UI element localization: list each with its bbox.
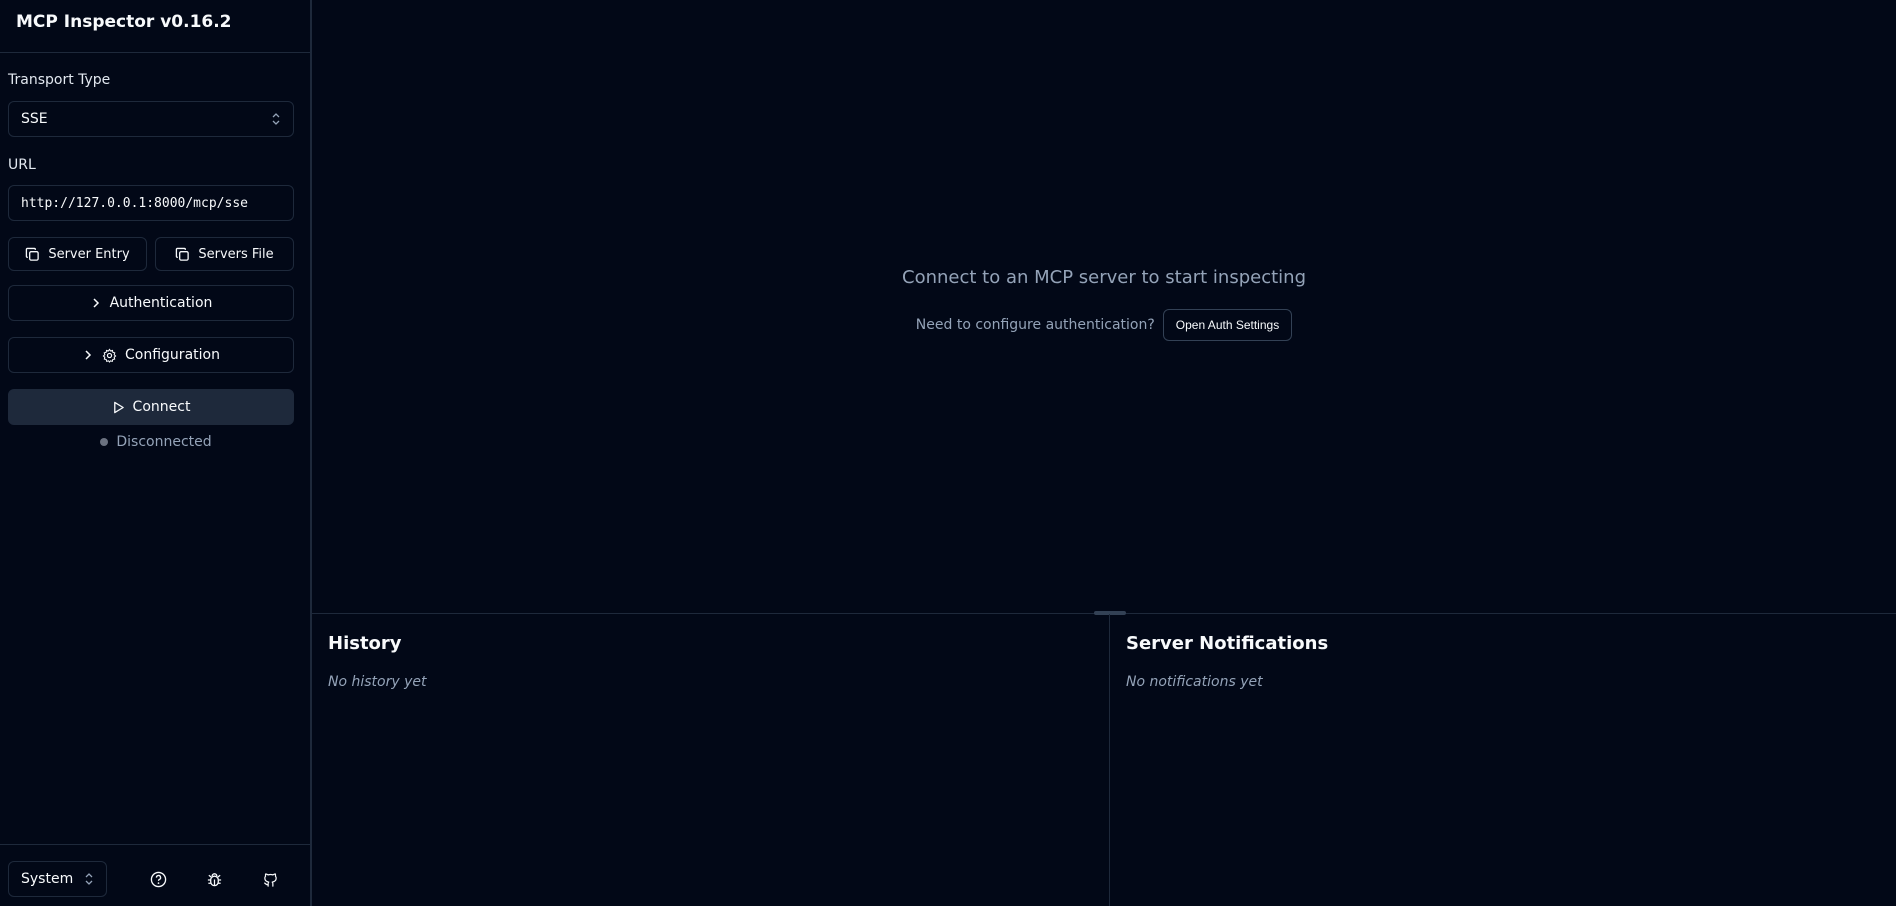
transport-type-label: Transport Type <box>8 72 111 88</box>
chevron-right-icon <box>93 298 99 308</box>
status-text: Disconnected <box>116 434 212 450</box>
bug-icon[interactable] <box>204 869 224 889</box>
url-input[interactable] <box>8 185 294 221</box>
chevron-up-down-icon <box>85 873 93 885</box>
auth-prompt-text: Need to configure authentication? <box>915 317 1155 333</box>
history-panel: History No history yet <box>312 614 1110 906</box>
configuration-toggle[interactable]: Configuration <box>8 337 294 373</box>
authentication-label: Authentication <box>109 295 213 311</box>
main-panel: Connect to an MCP server to start inspec… <box>312 0 1896 906</box>
status-dot <box>100 438 109 446</box>
help-icon[interactable] <box>148 869 168 889</box>
authentication-toggle[interactable]: Authentication <box>8 285 294 321</box>
copy-server-entry-button[interactable]: Server Entry <box>8 237 147 271</box>
app-title: MCP Inspector v0.16.2 <box>16 12 232 32</box>
url-label: URL <box>8 157 36 173</box>
notifications-empty-text: No notifications yet <box>1126 674 1263 690</box>
servers-file-label: Servers File <box>198 246 274 262</box>
connection-status: Disconnected <box>0 434 312 450</box>
theme-value: System <box>21 871 74 887</box>
open-auth-settings-button[interactable]: Open Auth Settings <box>1162 309 1293 341</box>
sidebar-footer: System <box>0 844 312 906</box>
gear-icon <box>102 348 117 363</box>
play-icon <box>113 401 124 413</box>
copy-icon <box>26 247 40 261</box>
sidebar: MCP Inspector v0.16.2 Transport Type SSE… <box>0 0 312 906</box>
configuration-label: Configuration <box>125 347 220 363</box>
connect-label: Connect <box>132 399 191 415</box>
copy-icon <box>176 247 190 261</box>
empty-state-title: Connect to an MCP server to start inspec… <box>902 267 1306 288</box>
theme-select[interactable]: System <box>8 861 107 897</box>
server-entry-label: Server Entry <box>48 246 130 262</box>
github-icon[interactable] <box>260 869 280 889</box>
main-content: Connect to an MCP server to start inspec… <box>312 0 1896 613</box>
transport-type-select[interactable]: SSE <box>8 101 294 137</box>
notifications-title: Server Notifications <box>1126 633 1329 654</box>
copy-servers-file-button[interactable]: Servers File <box>155 237 294 271</box>
chevron-right-icon <box>85 350 92 360</box>
connect-button[interactable]: Connect <box>8 389 294 425</box>
transport-type-value: SSE <box>21 111 48 127</box>
history-title: History <box>328 633 402 654</box>
notifications-panel: Server Notifications No notifications ye… <box>1110 614 1896 906</box>
auth-prompt-row: Need to configure authentication? Open A… <box>312 309 1896 341</box>
history-empty-text: No history yet <box>328 674 427 690</box>
chevron-up-down-icon <box>272 113 280 125</box>
sidebar-header: MCP Inspector v0.16.2 <box>0 0 310 53</box>
app-root: MCP Inspector v0.16.2 Transport Type SSE… <box>0 0 1896 906</box>
